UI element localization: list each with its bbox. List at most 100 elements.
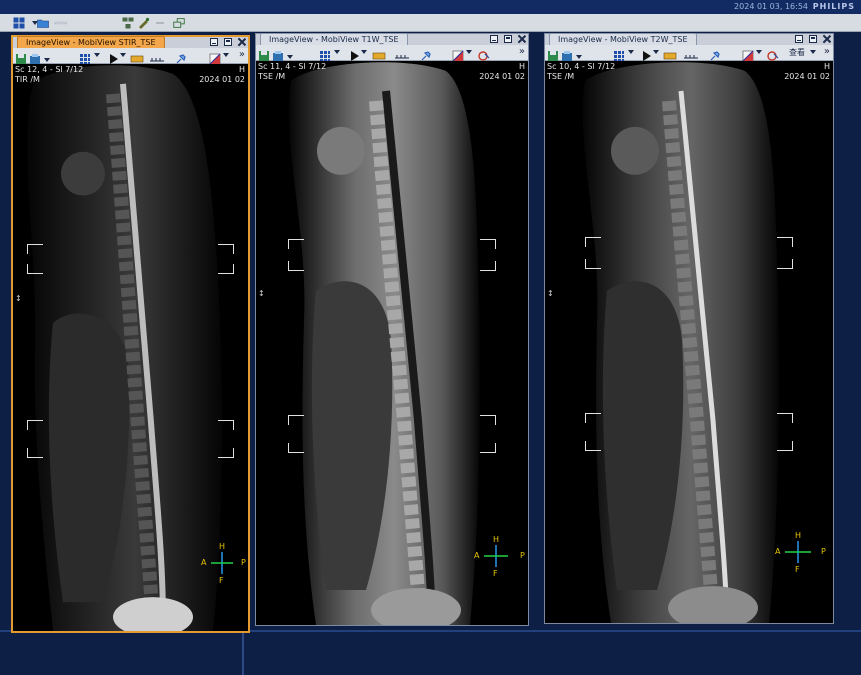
orient-head-label: H [493,535,500,544]
measure-icon[interactable] [130,50,144,63]
orientation-cube: H A P F [201,542,246,585]
chevron-down-icon[interactable] [575,47,587,59]
edit-icon[interactable] [137,16,151,30]
ruler-icon[interactable] [394,47,409,59]
minimize-icon[interactable] [795,35,803,43]
mri-image-t2w[interactable]: Sc 10, 4 - Sl 7/12 TSE /M H 2024 01 02 ↕… [545,61,833,623]
maximize-icon[interactable] [504,35,512,43]
sequence-label: TIR /M [15,75,40,84]
brand-logo: PHILIPS [812,2,855,11]
viewport-tab[interactable]: ImageView - MobiView T2W_TSE [549,33,697,45]
chevron-down-icon[interactable] [286,47,298,59]
chevron-down-icon[interactable] [43,50,55,62]
study-date: 2024 01 02 [199,75,245,84]
colormap-icon[interactable] [452,47,464,62]
close-icon[interactable] [823,35,831,43]
series-info: Sc 10, 4 - Sl 7/12 [547,62,616,71]
crop-bracket [777,413,793,423]
tools-icon[interactable] [54,16,68,30]
orientation-top-marker: H [823,62,830,71]
system-title-bar: 2024 01 03, 16:54 PHILIPS [0,0,861,14]
grid-icon[interactable] [613,47,625,61]
grid-icon[interactable] [79,50,91,64]
scroll-marker: ↕ [15,294,22,303]
measure-icon[interactable] [663,47,677,60]
print-icon[interactable] [561,47,573,61]
play-icon[interactable] [640,47,652,61]
export-icon[interactable] [172,16,186,30]
viewport-tab[interactable]: ImageView - MobiView T1W_TSE [260,33,408,45]
overlay-icon[interactable] [478,47,490,61]
chevron-down-icon[interactable] [628,50,634,54]
viewer-workspace: ImageView - MobiView STIR_TSE » Sc 12, 4… [0,32,861,675]
measure-icon[interactable] [372,47,386,60]
panel-divider[interactable] [242,632,244,675]
crop-bracket [777,441,793,451]
play-icon[interactable] [348,47,360,61]
orientation-axes-icon [484,545,508,567]
viewport-stir[interactable]: ImageView - MobiView STIR_TSE » Sc 12, 4… [11,35,250,633]
viewport-tab[interactable]: ImageView - MobiView STIR_TSE [17,36,165,48]
orientation-axes-icon [211,552,233,574]
orientation-top-marker: H [238,65,245,74]
orient-head-label: H [219,542,226,551]
crop-bracket [218,244,234,254]
crop-bracket [777,237,793,247]
mri-image-stir[interactable]: Sc 12, 4 - Sl 7/12 TIR /M H 2024 01 02 ↕… [13,64,248,631]
chevron-down-icon[interactable] [361,50,367,54]
overlay-icon[interactable] [767,47,779,61]
close-icon[interactable] [518,35,526,43]
save-icon[interactable] [547,47,559,61]
pin-icon[interactable] [709,47,721,61]
chevron-down-icon[interactable] [334,50,340,54]
pin-icon[interactable] [175,50,187,64]
print-icon[interactable] [29,50,41,64]
pin-icon[interactable] [420,47,432,61]
window-controls [210,38,246,46]
orient-anterior-label: A [201,558,207,567]
crop-bracket [27,264,43,274]
chevron-down-icon[interactable] [810,50,816,54]
chevron-down-icon[interactable] [120,53,126,57]
chevron-down-icon[interactable] [223,53,229,57]
main-toolbar [0,14,861,32]
viewport-t1w[interactable]: ImageView - MobiView T1W_TSE » Sc 11, 4 … [255,33,529,626]
network-icon[interactable] [121,16,135,30]
maximize-icon[interactable] [224,38,232,46]
minimize-icon[interactable] [210,38,218,46]
ruler-icon[interactable] [149,50,164,62]
view-label[interactable]: 查看 [789,47,805,58]
toolbar-overflow-icon[interactable]: » [824,46,830,57]
orient-anterior-label: A [474,551,480,560]
close-icon[interactable] [238,38,246,46]
viewport-toolbar: » [256,45,528,62]
minimize-icon[interactable] [490,35,498,43]
print-icon[interactable] [272,47,284,61]
toolbar-overflow-icon[interactable]: » [519,46,525,57]
colormap-icon[interactable] [209,50,221,65]
scroll-marker: ↕ [258,289,265,298]
window-controls [490,35,526,43]
save-icon[interactable] [15,50,27,64]
chevron-down-icon[interactable] [653,50,659,54]
play-icon[interactable] [107,50,119,64]
crop-bracket [777,259,793,269]
grid-icon[interactable] [319,47,331,61]
chevron-down-icon[interactable] [94,53,100,57]
ruler-icon[interactable] [683,47,698,59]
mri-image-t1w[interactable]: Sc 11, 4 - Sl 7/12 TSE /M H 2024 01 02 ↕… [256,61,528,625]
save-icon[interactable] [258,47,270,61]
toolbar-overflow-icon[interactable]: » [239,49,245,60]
maximize-icon[interactable] [809,35,817,43]
chevron-down-icon[interactable] [756,50,762,54]
crop-bracket [585,237,601,247]
series-info: Sc 11, 4 - Sl 7/12 [258,62,327,71]
colormap-icon[interactable] [742,47,754,62]
orientation-top-marker: H [518,62,525,71]
folder-icon[interactable] [36,16,50,30]
viewport-t2w[interactable]: ImageView - MobiView T2W_TSE 查看 » Sc 10,… [544,33,834,624]
chevron-down-icon[interactable] [466,50,472,54]
crop-bracket [218,448,234,458]
layout-grid-icon[interactable] [12,16,26,30]
crop-bracket [480,239,496,249]
